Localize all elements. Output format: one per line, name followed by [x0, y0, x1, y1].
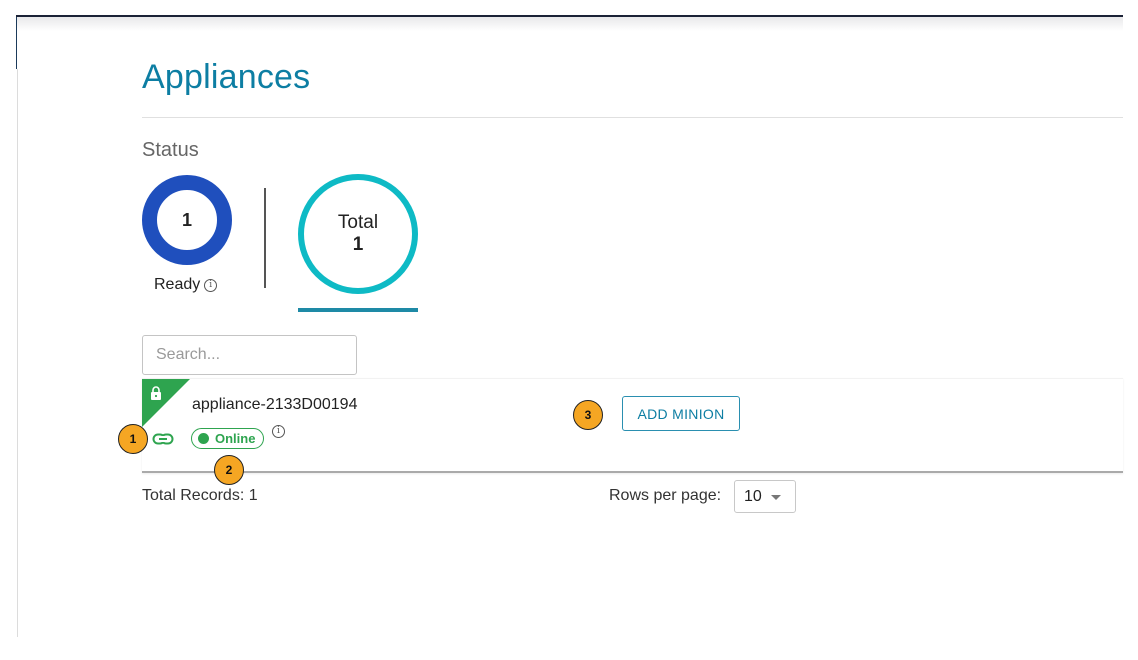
appliance-row[interactable]: appliance-2133D00194 Online i ADD MINION — [142, 378, 1123, 473]
total-count: 1 — [352, 234, 364, 255]
ready-status-ring[interactable]: 1 — [142, 175, 232, 265]
link-icon[interactable] — [152, 432, 174, 446]
page-title: Appliances — [142, 58, 311, 96]
top-shadow — [16, 17, 1123, 31]
status-info-icon[interactable]: i — [272, 425, 285, 438]
left-accent — [16, 17, 17, 69]
ready-label: Ready — [154, 276, 201, 293]
caret-down-icon — [771, 495, 781, 500]
search-input[interactable] — [142, 335, 357, 375]
ready-count: 1 — [181, 209, 192, 230]
title-divider — [142, 117, 1123, 118]
info-icon[interactable]: i — [204, 278, 218, 292]
annotation-marker: 1 — [118, 424, 148, 454]
total-status-ring[interactable]: Total 1 — [298, 174, 418, 294]
ready-label-group: Ready i — [154, 276, 218, 294]
lock-icon — [151, 386, 161, 400]
total-records: Total Records: 1 — [142, 487, 258, 504]
status-divider — [264, 188, 266, 288]
status-text: Online — [215, 431, 256, 446]
total-label: Total — [337, 212, 379, 233]
total-selected-indicator — [298, 308, 418, 312]
left-border — [17, 69, 18, 637]
annotation-marker: 2 — [214, 455, 244, 485]
online-dot-icon — [198, 433, 209, 444]
add-minion-button[interactable]: ADD MINION — [622, 396, 740, 431]
rows-per-page-value: 10 — [744, 487, 762, 505]
appliance-name[interactable]: appliance-2133D00194 — [192, 396, 357, 414]
annotation-marker: 3 — [573, 400, 603, 430]
status-badge: Online — [191, 428, 265, 449]
status-heading: Status — [142, 139, 199, 161]
rows-per-page-select[interactable]: 10 — [734, 480, 796, 513]
rows-per-page-label: Rows per page: — [609, 487, 722, 504]
